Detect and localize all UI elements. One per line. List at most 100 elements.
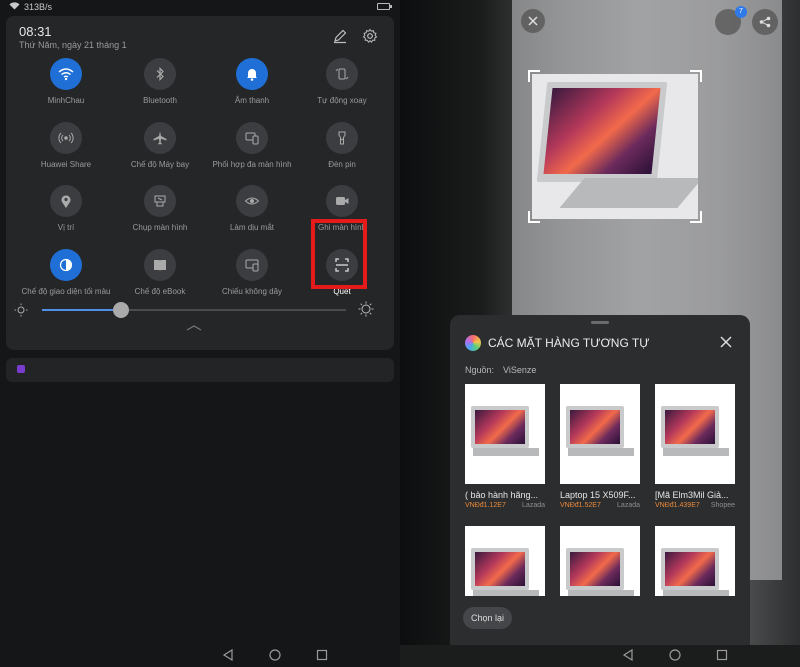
clock-date: Thứ Năm, ngày 21 tháng 1: [19, 40, 127, 50]
share-wave-icon: [58, 132, 74, 144]
tile-airplane[interactable]: Chế độ Máy bay: [112, 122, 208, 169]
result-card[interactable]: ( bảo hành hãng... VNĐđ1.12E7 Lazada: [465, 384, 545, 509]
visenze-logo-icon: [465, 335, 481, 351]
tile-screenshot[interactable]: Chụp màn hình: [112, 185, 208, 232]
recents-icon[interactable]: [716, 649, 728, 661]
record-icon: [336, 197, 349, 205]
tile-label: Đèn pin: [328, 160, 356, 169]
share-icon: [759, 16, 771, 28]
result-name: [Mã Elm3Mil Giả...: [655, 490, 729, 500]
result-card[interactable]: [560, 526, 640, 596]
result-store: Lazada: [617, 502, 640, 509]
multiscreen-icon: [245, 132, 259, 145]
result-store: Shopee: [710, 502, 735, 509]
crop-corner-top-right[interactable]: [690, 70, 702, 82]
result-price: VNĐđ1.52E7: [560, 502, 601, 509]
rotate-icon: [335, 68, 349, 80]
home-icon[interactable]: [669, 649, 681, 661]
result-meta: VNĐđ1.52E7 Lazada: [560, 502, 640, 509]
wifi-status-icon: [9, 2, 20, 10]
tile-toggle[interactable]: [326, 58, 358, 90]
tile-toggle[interactable]: [144, 122, 176, 154]
tile-toggle[interactable]: [144, 185, 176, 217]
tile-label: MinhChau: [47, 96, 85, 105]
tile-label: Chế độ Máy bay: [130, 160, 190, 169]
close-icon[interactable]: [718, 334, 734, 350]
tile-label: Phối hợp đa màn hình: [212, 160, 292, 169]
home-icon[interactable]: [269, 649, 281, 661]
crop-corner-bottom-left[interactable]: [528, 211, 540, 223]
tile-label: Vị trí: [57, 223, 75, 232]
tile-dark-mode[interactable]: Chế độ giao diện tối màu: [18, 249, 114, 296]
crop-corner-bottom-right[interactable]: [690, 211, 702, 223]
tile-location[interactable]: Vị trí: [18, 185, 114, 232]
tile-toggle[interactable]: [236, 122, 268, 154]
tile-toggle[interactable]: [144, 249, 176, 281]
crop-selection[interactable]: [528, 70, 702, 223]
result-card[interactable]: [Mã Elm3Mil Giả... VNĐđ1.439E7 Shopee: [655, 384, 735, 509]
tile-toggle[interactable]: [326, 122, 358, 154]
tile-label: Chiếu không dây: [221, 287, 283, 296]
tile-eye[interactable]: Làm dịu mắt: [204, 185, 300, 232]
tile-bell[interactable]: Âm thanh: [204, 58, 300, 105]
tile-label: Chế độ giao diện tối màu: [21, 287, 111, 296]
tile-label: Làm dịu mắt: [229, 223, 275, 232]
tile-toggle[interactable]: [236, 249, 268, 281]
source-value: ViSenze: [503, 365, 537, 375]
wifi-icon: [58, 68, 74, 81]
tile-toggle[interactable]: [50, 185, 82, 217]
tile-wifi[interactable]: MinhChau: [18, 58, 114, 105]
notification-card[interactable]: [6, 358, 394, 382]
tile-toggle[interactable]: [144, 58, 176, 90]
nav-bar: [400, 643, 800, 667]
crop-corner-top-left[interactable]: [528, 70, 540, 82]
edit-icon[interactable]: [332, 28, 348, 44]
tile-label: Huawei Share: [40, 160, 92, 169]
location-icon: [61, 195, 71, 208]
clock-time: 08:31: [19, 24, 52, 39]
tile-ebook[interactable]: Chế độ eBook: [112, 249, 208, 296]
similar-items-sheet: CÁC MẶT HÀNG TƯƠNG TỰ Nguồn: ViSenze ( b…: [450, 315, 750, 645]
dark-mode-icon: [59, 258, 73, 272]
tile-toggle[interactable]: [236, 58, 268, 90]
tile-rotate[interactable]: Tự động xoay: [294, 58, 390, 105]
tile-label: Bluetooth: [143, 96, 177, 105]
bell-icon: [247, 69, 257, 81]
cast-icon: [245, 259, 259, 272]
airplane-icon: [153, 131, 167, 145]
status-bar: 313B/s: [0, 0, 400, 14]
sheet-drag-handle[interactable]: [591, 321, 609, 324]
tile-toggle[interactable]: [326, 185, 358, 217]
tile-flashlight[interactable]: Đèn pin: [294, 122, 390, 169]
expand-handle-icon[interactable]: [186, 325, 202, 331]
reselect-button[interactable]: Chọn lại: [463, 607, 513, 629]
result-card[interactable]: [655, 526, 735, 596]
tile-toggle[interactable]: [50, 122, 82, 154]
tile-toggle[interactable]: [50, 58, 82, 90]
bluetooth-icon: [156, 67, 164, 81]
result-card[interactable]: Laptop 15 X509F... VNĐđ1.52E7 Lazada: [560, 384, 640, 509]
brightness-slider-thumb[interactable]: [113, 302, 130, 318]
tile-toggle[interactable]: [50, 249, 82, 281]
result-meta: VNĐđ1.12E7 Lazada: [465, 502, 545, 509]
tile-toggle[interactable]: [236, 185, 268, 217]
tile-bluetooth[interactable]: Bluetooth: [112, 58, 208, 105]
gear-icon[interactable]: [362, 28, 378, 44]
result-card[interactable]: [465, 526, 545, 596]
back-icon[interactable]: [222, 649, 234, 661]
notification-app-icon: [17, 365, 25, 373]
tile-cast[interactable]: Chiếu không dây: [204, 249, 300, 296]
close-camera-button[interactable]: [521, 9, 545, 33]
result-meta: VNĐđ1.439E7 Shopee: [655, 502, 735, 509]
share-button[interactable]: [752, 9, 778, 35]
back-icon[interactable]: [622, 649, 634, 661]
visual-search-screen: 7 CÁC MẶT HÀNG TƯƠNG TỰ Nguồn: ViSenze (…: [400, 0, 800, 667]
recents-icon[interactable]: [316, 649, 328, 661]
close-icon: [528, 16, 538, 26]
result-price: VNĐđ1.12E7: [465, 502, 506, 509]
tile-multiscreen[interactable]: Phối hợp đa màn hình: [204, 122, 300, 169]
gallery-badge: 7: [735, 6, 747, 18]
tile-share-wave[interactable]: Huawei Share: [18, 122, 114, 169]
sheet-title: CÁC MẶT HÀNG TƯƠNG TỰ: [488, 336, 650, 350]
result-store: Lazada: [522, 502, 545, 509]
